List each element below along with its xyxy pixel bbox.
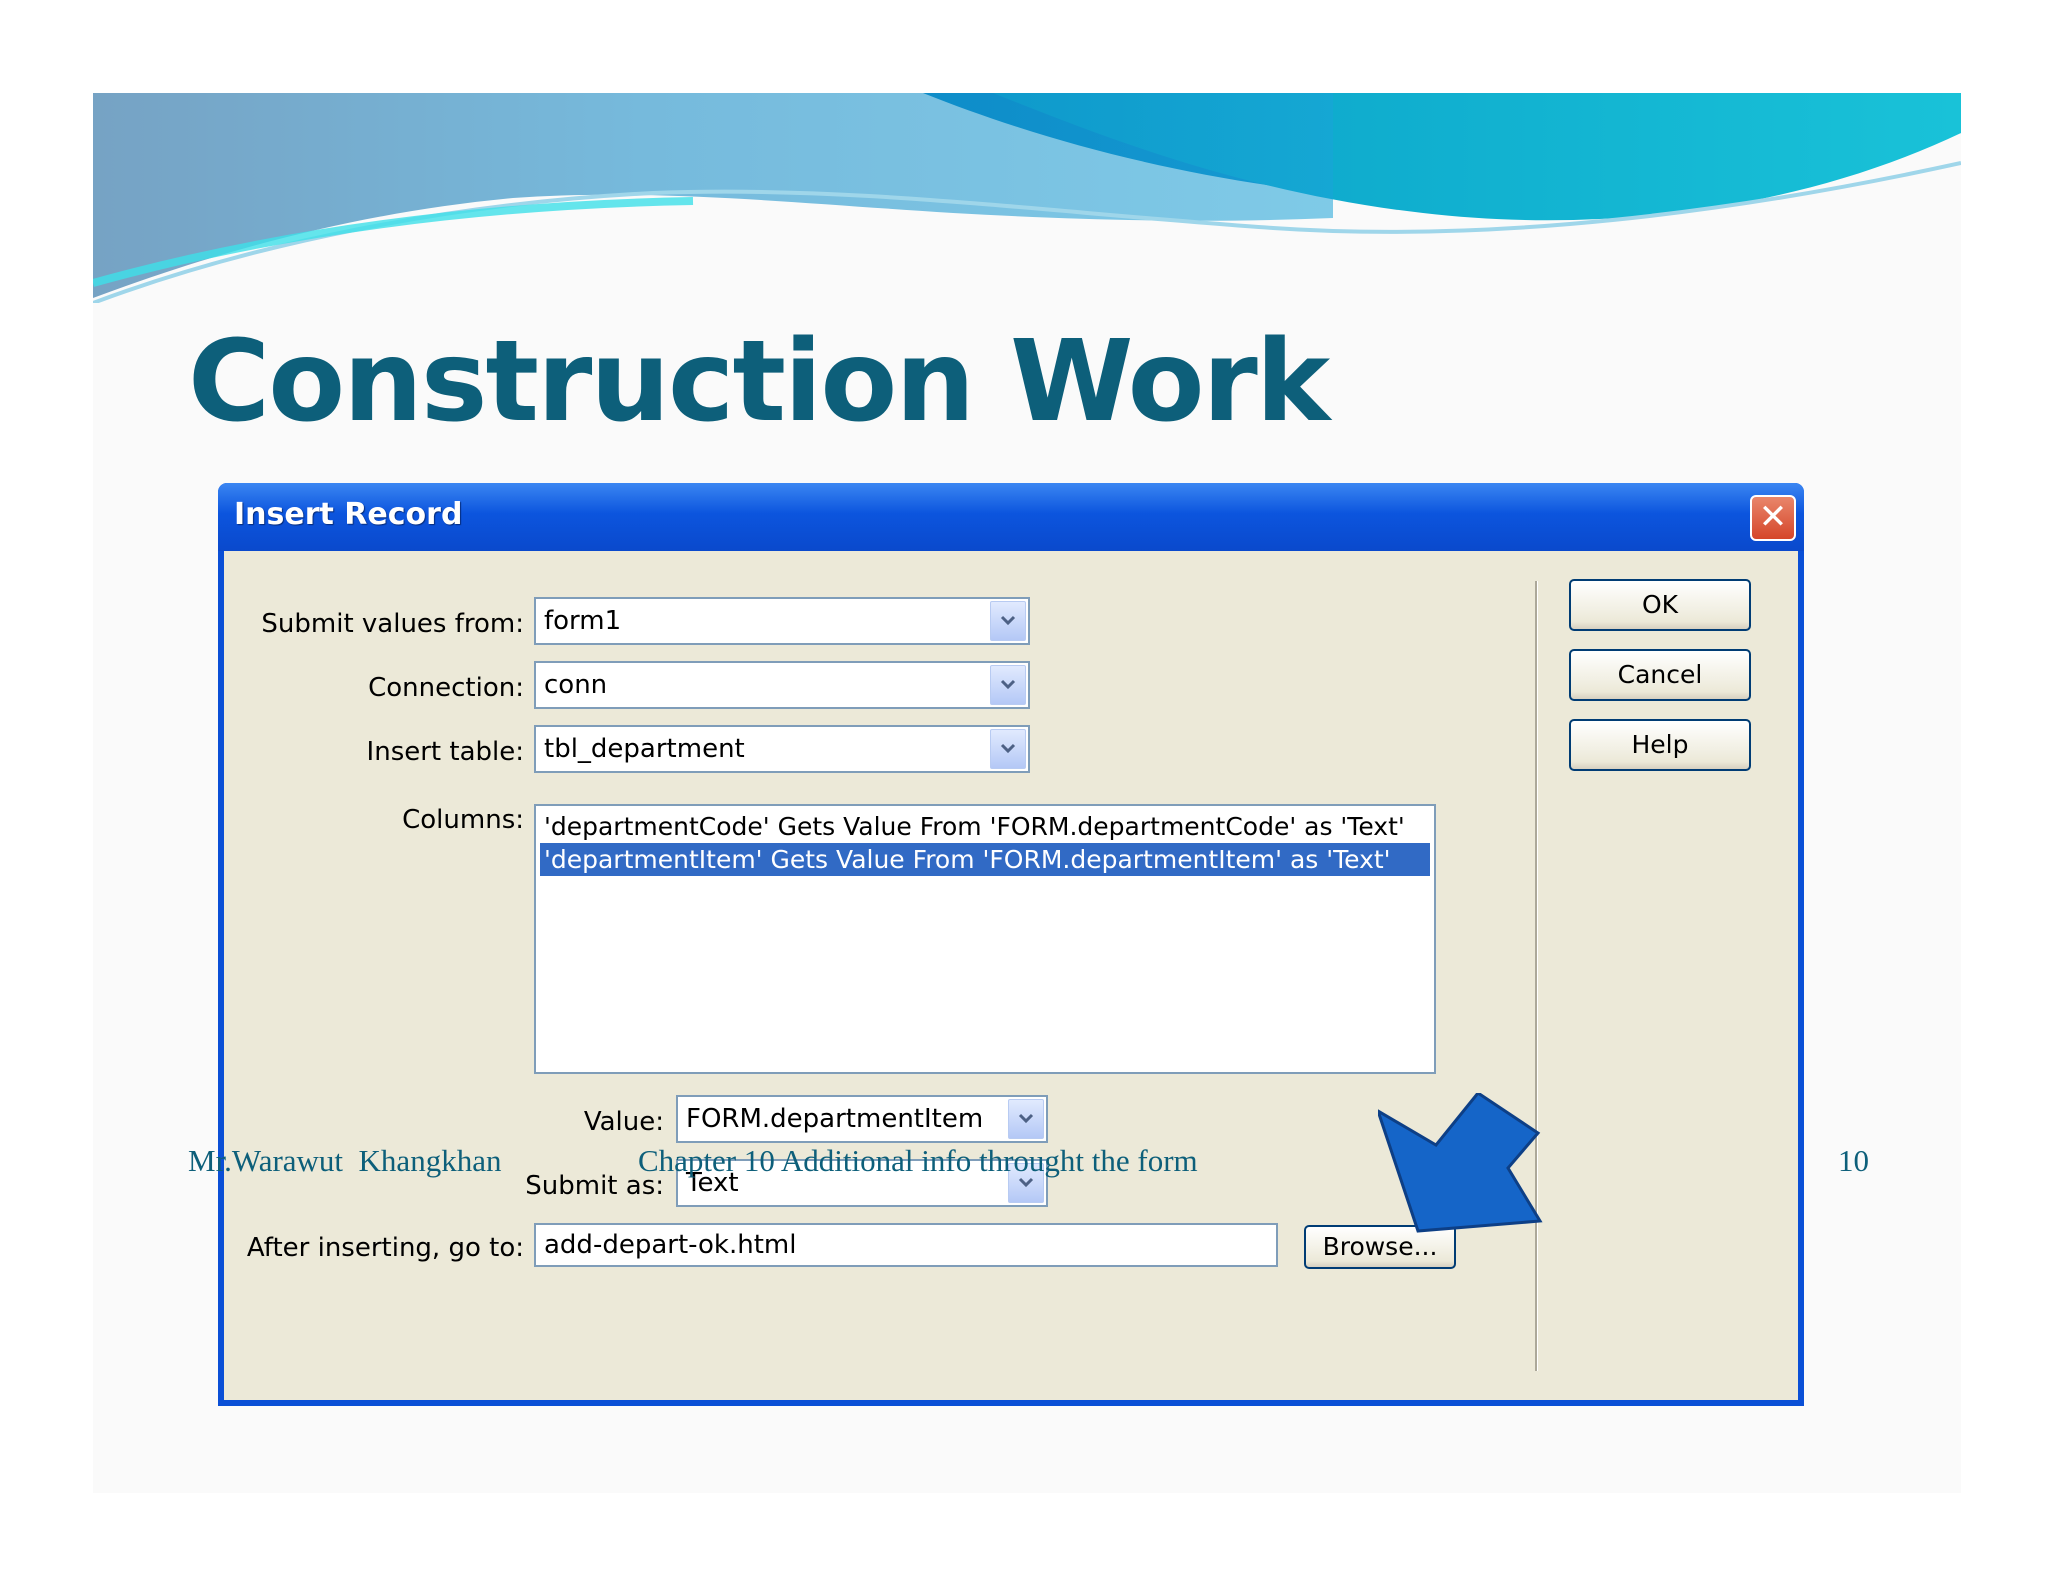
- dialog-divider: [1535, 581, 1538, 1371]
- connection-select[interactable]: conn: [534, 661, 1030, 709]
- insert-table-label: Insert table:: [366, 737, 524, 767]
- dialog-title: Insert Record: [234, 497, 463, 532]
- list-item[interactable]: 'departmentItem' Gets Value From 'FORM.d…: [540, 843, 1430, 876]
- help-button[interactable]: Help: [1569, 719, 1751, 771]
- submit-values-from-select[interactable]: form1: [534, 597, 1030, 645]
- slide-title: Construction Work: [188, 317, 1330, 447]
- pointer-arrow-icon: [1378, 1093, 1543, 1233]
- close-icon: ✕: [1758, 497, 1788, 537]
- value-label: Value:: [583, 1107, 664, 1137]
- cancel-button[interactable]: Cancel: [1569, 649, 1751, 701]
- page-number: 10: [1838, 1143, 1869, 1178]
- chevron-down-icon[interactable]: [1008, 1099, 1044, 1139]
- value-value: FORM.departmentItem: [686, 1104, 984, 1134]
- chevron-down-icon[interactable]: [990, 729, 1026, 769]
- columns-label: Columns:: [402, 805, 524, 835]
- connection-label: Connection:: [368, 673, 524, 703]
- list-item[interactable]: 'departmentCode' Gets Value From 'FORM.d…: [540, 810, 1430, 843]
- ok-button[interactable]: OK: [1569, 579, 1751, 631]
- header-wave-banner: [93, 93, 1961, 303]
- dialog-titlebar[interactable]: Insert Record ✕: [218, 483, 1804, 551]
- chevron-down-icon[interactable]: [990, 601, 1026, 641]
- columns-listbox[interactable]: 'departmentCode' Gets Value From 'FORM.d…: [534, 804, 1436, 1074]
- insert-table-value: tbl_department: [544, 734, 745, 764]
- insert-table-select[interactable]: tbl_department: [534, 725, 1030, 773]
- chevron-down-icon[interactable]: [990, 665, 1026, 705]
- after-inserting-input[interactable]: add-depart-ok.html: [534, 1223, 1278, 1267]
- submit-values-from-label: Submit values from:: [261, 609, 524, 639]
- dialog-client-area: Submit values from: form1 Connection: co…: [224, 551, 1798, 1400]
- after-inserting-value: add-depart-ok.html: [544, 1230, 797, 1260]
- after-inserting-label: After inserting, go to:: [246, 1233, 524, 1263]
- value-select[interactable]: FORM.departmentItem: [676, 1095, 1048, 1143]
- submit-values-from-value: form1: [544, 606, 622, 636]
- connection-value: conn: [544, 670, 608, 700]
- footer-author: Mr.Warawut Khangkhan: [188, 1143, 502, 1178]
- footer-chapter: Chapter 10 Additional info throught the …: [638, 1143, 1198, 1178]
- close-button[interactable]: ✕: [1750, 495, 1796, 541]
- slide: Construction Work Insert Record ✕ Submit…: [93, 93, 1961, 1493]
- insert-record-dialog: Insert Record ✕ Submit values from: form…: [218, 483, 1804, 1406]
